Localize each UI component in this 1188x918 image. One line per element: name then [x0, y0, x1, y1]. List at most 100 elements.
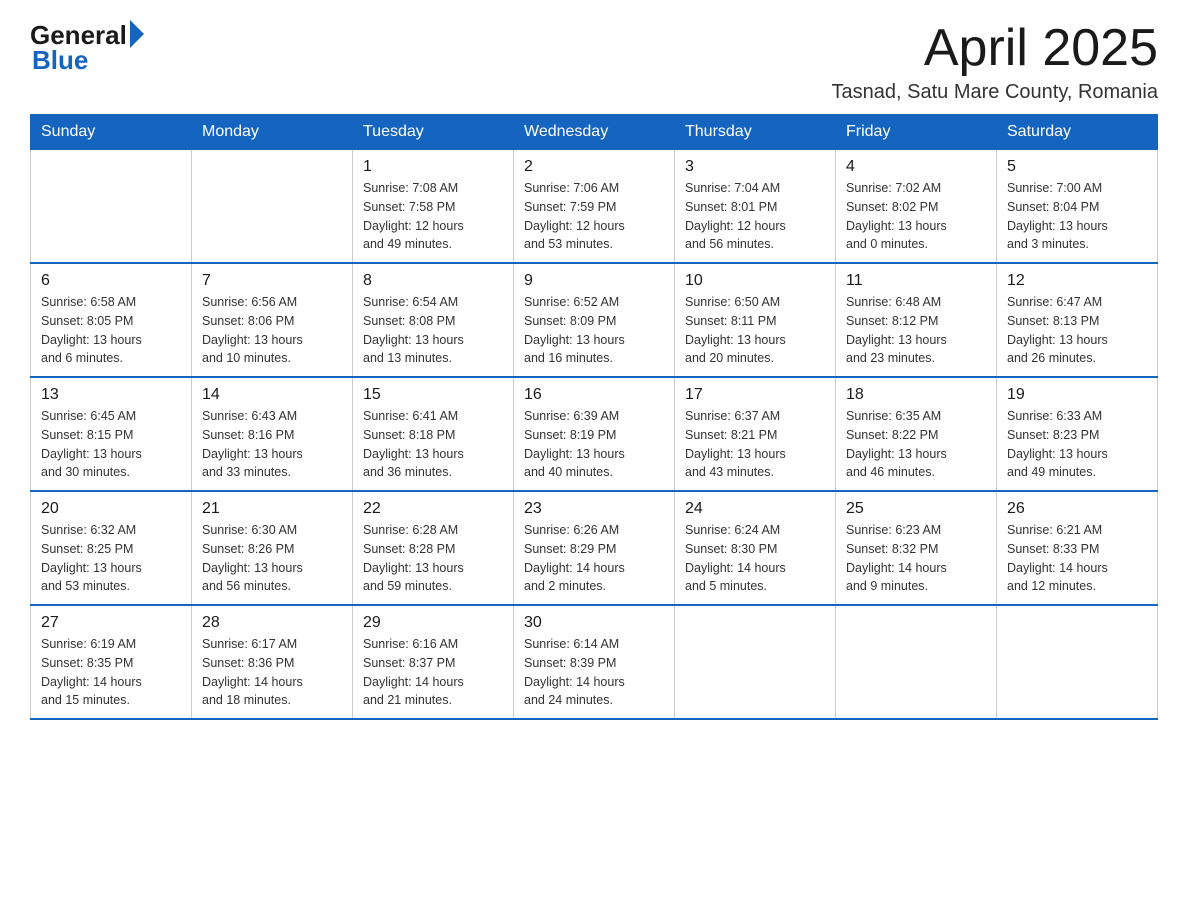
day-info: Sunrise: 6:26 AMSunset: 8:29 PMDaylight:… — [524, 521, 664, 596]
calendar-cell: 6 Sunrise: 6:58 AMSunset: 8:05 PMDaylight… — [31, 263, 192, 377]
day-info: Sunrise: 6:33 AMSunset: 8:23 PMDaylight:… — [1007, 407, 1147, 482]
day-info: Sunrise: 6:54 AMSunset: 8:08 PMDaylight:… — [363, 293, 503, 368]
calendar-cell: 4 Sunrise: 7:02 AMSunset: 8:02 PMDaylight… — [836, 150, 997, 264]
day-number: 16 — [524, 386, 664, 404]
calendar-cell: 5 Sunrise: 7:00 AMSunset: 8:04 PMDaylight… — [997, 150, 1158, 264]
day-number: 21 — [202, 500, 342, 518]
day-info: Sunrise: 6:39 AMSunset: 8:19 PMDaylight:… — [524, 407, 664, 482]
calendar-cell: 18Sunrise: 6:35 AMSunset: 8:22 PMDayligh… — [836, 377, 997, 491]
logo: General Blue — [30, 20, 144, 76]
day-info: Sunrise: 6:14 AMSunset: 8:39 PMDaylight:… — [524, 635, 664, 710]
calendar-cell: 16 Sunrise: 6:39 AMSunset: 8:19 PMDayligh… — [514, 377, 675, 491]
logo-arrow-icon — [130, 20, 144, 48]
day-number: 8 — [363, 272, 503, 290]
calendar-cell: 20Sunrise: 6:32 AMSunset: 8:25 PMDayligh… — [31, 491, 192, 605]
calendar-cell: 21 Sunrise: 6:30 AMSunset: 8:26 PMDayligh… — [192, 491, 353, 605]
day-number: 28 — [202, 614, 342, 632]
day-info: Sunrise: 6:50 AMSunset: 8:11 PMDaylight:… — [685, 293, 825, 368]
day-number: 2 — [524, 158, 664, 176]
calendar-cell — [192, 150, 353, 264]
calendar-cell — [836, 605, 997, 719]
calendar-cell: 1 Sunrise: 7:08 AMSunset: 7:58 PMDaylight… — [353, 150, 514, 264]
calendar-cell: 3Sunrise: 7:04 AMSunset: 8:01 PMDaylight… — [675, 150, 836, 264]
day-info: Sunrise: 6:24 AMSunset: 8:30 PMDaylight:… — [685, 521, 825, 596]
day-number: 6 — [41, 272, 181, 290]
calendar-cell: 26 Sunrise: 6:21 AMSunset: 8:33 PMDayligh… — [997, 491, 1158, 605]
calendar-week-row: 27Sunrise: 6:19 AMSunset: 8:35 PMDayligh… — [31, 605, 1158, 719]
day-number: 12 — [1007, 272, 1147, 290]
day-info: Sunrise: 6:48 AMSunset: 8:12 PMDaylight:… — [846, 293, 986, 368]
day-info: Sunrise: 6:21 AMSunset: 8:33 PMDaylight:… — [1007, 521, 1147, 596]
day-number: 17 — [685, 386, 825, 404]
day-info: Sunrise: 6:52 AMSunset: 8:09 PMDaylight:… — [524, 293, 664, 368]
calendar-cell: 25Sunrise: 6:23 AMSunset: 8:32 PMDayligh… — [836, 491, 997, 605]
calendar-cell: 10 Sunrise: 6:50 AMSunset: 8:11 PMDayligh… — [675, 263, 836, 377]
calendar-cell: 19 Sunrise: 6:33 AMSunset: 8:23 PMDayligh… — [997, 377, 1158, 491]
day-info: Sunrise: 6:41 AMSunset: 8:18 PMDaylight:… — [363, 407, 503, 482]
calendar-cell: 29 Sunrise: 6:16 AMSunset: 8:37 PMDayligh… — [353, 605, 514, 719]
day-number: 24 — [685, 500, 825, 518]
day-number: 13 — [41, 386, 181, 404]
calendar-cell: 9 Sunrise: 6:52 AMSunset: 8:09 PMDaylight… — [514, 263, 675, 377]
day-number: 19 — [1007, 386, 1147, 404]
day-number: 30 — [524, 614, 664, 632]
day-info: Sunrise: 6:30 AMSunset: 8:26 PMDaylight:… — [202, 521, 342, 596]
day-info: Sunrise: 6:37 AMSunset: 8:21 PMDaylight:… — [685, 407, 825, 482]
day-info: Sunrise: 6:23 AMSunset: 8:32 PMDaylight:… — [846, 521, 986, 596]
day-info: Sunrise: 6:19 AMSunset: 8:35 PMDaylight:… — [41, 635, 181, 710]
page-header: General Blue April 2025 Tasnad, Satu Mar… — [30, 20, 1158, 104]
day-number: 7 — [202, 272, 342, 290]
calendar-week-row: 6 Sunrise: 6:58 AMSunset: 8:05 PMDaylight… — [31, 263, 1158, 377]
day-info: Sunrise: 6:58 AMSunset: 8:05 PMDaylight:… — [41, 293, 181, 368]
calendar-weekday-friday: Friday — [836, 115, 997, 150]
day-info: Sunrise: 7:06 AMSunset: 7:59 PMDaylight:… — [524, 179, 664, 254]
day-number: 18 — [846, 386, 986, 404]
day-number: 23 — [524, 500, 664, 518]
calendar-cell: 24 Sunrise: 6:24 AMSunset: 8:30 PMDayligh… — [675, 491, 836, 605]
calendar-table: SundayMondayTuesdayWednesdayThursdayFrid… — [30, 114, 1158, 720]
day-info: Sunrise: 6:56 AMSunset: 8:06 PMDaylight:… — [202, 293, 342, 368]
calendar-cell: 8 Sunrise: 6:54 AMSunset: 8:08 PMDaylight… — [353, 263, 514, 377]
calendar-cell: 27Sunrise: 6:19 AMSunset: 8:35 PMDayligh… — [31, 605, 192, 719]
logo-blue-text: Blue — [32, 45, 88, 76]
calendar-cell: 15 Sunrise: 6:41 AMSunset: 8:18 PMDayligh… — [353, 377, 514, 491]
day-number: 15 — [363, 386, 503, 404]
calendar-cell: 28 Sunrise: 6:17 AMSunset: 8:36 PMDayligh… — [192, 605, 353, 719]
calendar-week-row: 13 Sunrise: 6:45 AMSunset: 8:15 PMDayligh… — [31, 377, 1158, 491]
calendar-cell: 11 Sunrise: 6:48 AMSunset: 8:12 PMDayligh… — [836, 263, 997, 377]
calendar-weekday-wednesday: Wednesday — [514, 115, 675, 150]
calendar-weekday-saturday: Saturday — [997, 115, 1158, 150]
calendar-cell: 17 Sunrise: 6:37 AMSunset: 8:21 PMDayligh… — [675, 377, 836, 491]
day-number: 14 — [202, 386, 342, 404]
calendar-cell — [675, 605, 836, 719]
day-info: Sunrise: 7:02 AMSunset: 8:02 PMDaylight:… — [846, 179, 986, 254]
day-number: 3 — [685, 158, 825, 176]
day-number: 1 — [363, 158, 503, 176]
title-area: April 2025 Tasnad, Satu Mare County, Rom… — [832, 20, 1158, 104]
calendar-header-row: SundayMondayTuesdayWednesdayThursdayFrid… — [31, 115, 1158, 150]
calendar-week-row: 20Sunrise: 6:32 AMSunset: 8:25 PMDayligh… — [31, 491, 1158, 605]
day-info: Sunrise: 6:17 AMSunset: 8:36 PMDaylight:… — [202, 635, 342, 710]
calendar-cell: 13 Sunrise: 6:45 AMSunset: 8:15 PMDayligh… — [31, 377, 192, 491]
day-number: 29 — [363, 614, 503, 632]
calendar-cell: 30 Sunrise: 6:14 AMSunset: 8:39 PMDayligh… — [514, 605, 675, 719]
calendar-cell — [997, 605, 1158, 719]
day-number: 5 — [1007, 158, 1147, 176]
calendar-weekday-monday: Monday — [192, 115, 353, 150]
day-number: 4 — [846, 158, 986, 176]
calendar-weekday-sunday: Sunday — [31, 115, 192, 150]
day-info: Sunrise: 7:08 AMSunset: 7:58 PMDaylight:… — [363, 179, 503, 254]
calendar-cell: 22Sunrise: 6:28 AMSunset: 8:28 PMDayligh… — [353, 491, 514, 605]
day-number: 22 — [363, 500, 503, 518]
location-text: Tasnad, Satu Mare County, Romania — [832, 81, 1158, 104]
day-info: Sunrise: 6:47 AMSunset: 8:13 PMDaylight:… — [1007, 293, 1147, 368]
day-info: Sunrise: 6:43 AMSunset: 8:16 PMDaylight:… — [202, 407, 342, 482]
day-number: 9 — [524, 272, 664, 290]
day-number: 11 — [846, 272, 986, 290]
day-info: Sunrise: 7:00 AMSunset: 8:04 PMDaylight:… — [1007, 179, 1147, 254]
month-title: April 2025 — [832, 20, 1158, 77]
day-number: 10 — [685, 272, 825, 290]
day-info: Sunrise: 6:16 AMSunset: 8:37 PMDaylight:… — [363, 635, 503, 710]
day-info: Sunrise: 6:45 AMSunset: 8:15 PMDaylight:… — [41, 407, 181, 482]
day-number: 26 — [1007, 500, 1147, 518]
